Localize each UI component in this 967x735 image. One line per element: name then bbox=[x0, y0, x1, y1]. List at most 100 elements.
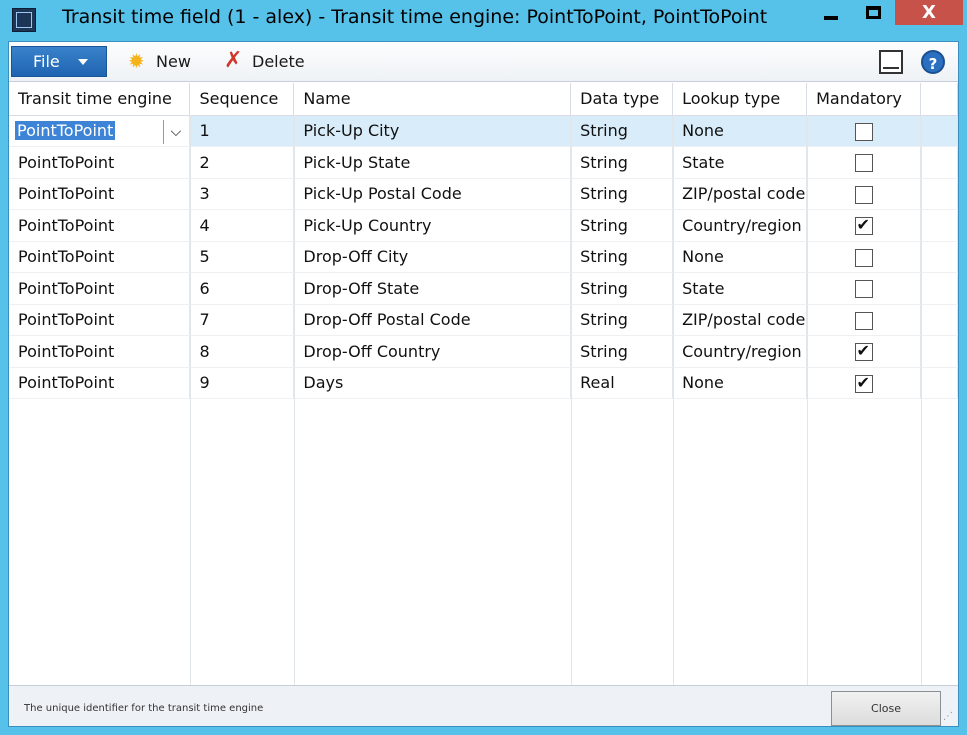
column-header-filler bbox=[920, 83, 958, 116]
minimize-button[interactable] bbox=[811, 0, 851, 25]
layout-icon[interactable] bbox=[879, 50, 903, 74]
status-bar: The unique identifier for the transit ti… bbox=[9, 685, 958, 726]
cell-data-type[interactable]: Real bbox=[570, 367, 674, 399]
table-row[interactable]: PointToPoint 2 Pick-Up State String State bbox=[9, 146, 958, 179]
cell-engine[interactable]: PointToPoint bbox=[9, 272, 191, 305]
cell-name[interactable]: Pick-Up State bbox=[293, 146, 572, 179]
table-row[interactable]: PointToPoint 8 Drop-Off Country String Count… bbox=[9, 335, 958, 368]
cell-data-type[interactable]: String bbox=[570, 178, 674, 210]
cell-data-type[interactable]: String bbox=[570, 241, 674, 273]
column-header-mandatory[interactable]: Mandatory bbox=[806, 83, 922, 116]
close-window-button[interactable]: X bbox=[895, 0, 963, 25]
cell-engine[interactable]: PointToPoint bbox=[9, 335, 191, 368]
maximize-icon bbox=[865, 6, 881, 19]
table-row[interactable]: PointToPoint 5 Drop-Off City String None bbox=[9, 241, 958, 273]
column-header-sequence[interactable]: Sequence bbox=[189, 83, 295, 116]
column-header-lookup-type[interactable]: Lookup type bbox=[672, 83, 808, 116]
cell-name[interactable]: Drop-Off State bbox=[293, 272, 572, 305]
cell-data-type[interactable]: String bbox=[570, 146, 674, 179]
mandatory-checkbox[interactable] bbox=[854, 248, 873, 267]
mandatory-checkbox[interactable] bbox=[854, 185, 873, 204]
cell-name[interactable]: Days bbox=[293, 367, 572, 399]
mandatory-checkbox[interactable] bbox=[854, 280, 873, 298]
close-button[interactable]: Close bbox=[831, 691, 941, 726]
window-title: Transit time field (1 - alex) - Transit … bbox=[62, 6, 768, 28]
cell-name[interactable]: Pick-Up Country bbox=[293, 209, 572, 242]
cell-engine[interactable]: PointToPoint bbox=[9, 178, 191, 210]
cell-filler bbox=[920, 115, 958, 147]
cell-lookup-type[interactable]: None bbox=[672, 241, 808, 273]
file-menu-button[interactable]: File bbox=[11, 46, 107, 77]
help-icon[interactable]: ? bbox=[921, 50, 945, 74]
cell-name[interactable]: Pick-Up City bbox=[293, 115, 572, 147]
cell-sequence[interactable]: 2 bbox=[189, 146, 295, 179]
cell-engine[interactable]: PointToPoint bbox=[9, 367, 191, 399]
cell-name[interactable]: Pick-Up Postal Code bbox=[293, 178, 572, 210]
cell-lookup-type[interactable]: State bbox=[672, 272, 808, 305]
help-text: The unique identifier for the transit ti… bbox=[24, 703, 264, 714]
table-row[interactable]: PointToPoint 6 Drop-Off State String State bbox=[9, 272, 958, 305]
cell-engine[interactable]: PointToPoint ⌵ bbox=[9, 115, 191, 147]
cell-mandatory bbox=[806, 146, 922, 179]
table-row[interactable]: PointToPoint 3 Pick-Up Postal Code String ZI… bbox=[9, 178, 958, 210]
column-header-engine[interactable]: Transit time engine bbox=[9, 83, 191, 116]
cell-lookup-type[interactable]: Country/region bbox=[672, 335, 808, 368]
cell-sequence[interactable]: 6 bbox=[189, 272, 295, 305]
cell-mandatory bbox=[806, 241, 922, 273]
mandatory-checkbox[interactable] bbox=[854, 215, 873, 235]
cell-name[interactable]: Drop-Off City bbox=[293, 241, 572, 273]
cell-lookup-type[interactable]: State bbox=[672, 146, 808, 179]
column-divider bbox=[190, 115, 191, 685]
cell-sequence[interactable]: 3 bbox=[189, 178, 295, 210]
cell-name[interactable]: Drop-Off Country bbox=[293, 335, 572, 368]
chevron-down-icon bbox=[77, 58, 88, 65]
cell-lookup-type[interactable]: None bbox=[672, 367, 808, 399]
cell-lookup-type[interactable]: Country/region bbox=[672, 209, 808, 242]
cell-engine[interactable]: PointToPoint bbox=[9, 146, 191, 179]
mandatory-checkbox[interactable] bbox=[854, 373, 873, 393]
cell-mandatory bbox=[806, 115, 922, 147]
engine-edit-input[interactable]: PointToPoint bbox=[15, 121, 116, 141]
delete-button[interactable]: ✗ Delete bbox=[224, 48, 305, 74]
cell-sequence[interactable]: 8 bbox=[189, 335, 295, 368]
minimize-icon bbox=[824, 15, 838, 20]
cell-lookup-type[interactable]: ZIP/postal code bbox=[672, 304, 808, 336]
column-header-data-type[interactable]: Data type bbox=[570, 83, 674, 116]
mandatory-checkbox[interactable] bbox=[854, 154, 873, 172]
cell-data-type[interactable]: String bbox=[570, 304, 674, 336]
cell-engine[interactable]: PointToPoint bbox=[9, 209, 191, 242]
column-divider bbox=[807, 115, 808, 685]
column-header-name[interactable]: Name bbox=[293, 83, 572, 116]
cell-engine[interactable]: PointToPoint bbox=[9, 241, 191, 273]
new-icon: ✹ bbox=[128, 49, 145, 73]
maximize-button[interactable] bbox=[853, 0, 893, 25]
mandatory-checkbox[interactable] bbox=[854, 122, 873, 141]
column-divider bbox=[571, 115, 572, 685]
cell-data-type[interactable]: String bbox=[570, 272, 674, 305]
mandatory-checkbox[interactable] bbox=[854, 311, 873, 330]
cell-lookup-type[interactable]: None bbox=[672, 115, 808, 147]
cell-mandatory bbox=[806, 367, 922, 399]
cell-sequence[interactable]: 7 bbox=[189, 304, 295, 336]
resize-grip-icon[interactable]: ⋰ bbox=[943, 711, 955, 723]
cell-data-type[interactable]: String bbox=[570, 335, 674, 368]
cell-sequence[interactable]: 4 bbox=[189, 209, 295, 242]
cell-engine[interactable]: PointToPoint bbox=[9, 304, 191, 336]
table-row[interactable]: PointToPoint 7 Drop-Off Postal Code String Z… bbox=[9, 304, 958, 336]
cell-sequence[interactable]: 1 bbox=[189, 115, 295, 147]
new-button[interactable]: ✹ New bbox=[128, 48, 191, 74]
chevron-down-icon[interactable]: ⌵ bbox=[163, 119, 188, 144]
cell-data-type[interactable]: String bbox=[570, 209, 674, 242]
cell-name[interactable]: Drop-Off Postal Code bbox=[293, 304, 572, 336]
cell-data-type[interactable]: String bbox=[570, 115, 674, 147]
cell-filler bbox=[920, 335, 958, 368]
table-row[interactable]: PointToPoint ⌵ 1 Pick-Up City String None bbox=[9, 115, 958, 147]
cell-mandatory bbox=[806, 335, 922, 368]
cell-lookup-type[interactable]: ZIP/postal code bbox=[672, 178, 808, 210]
cell-sequence[interactable]: 9 bbox=[189, 367, 295, 399]
mandatory-checkbox[interactable] bbox=[854, 341, 873, 361]
cell-sequence[interactable]: 5 bbox=[189, 241, 295, 273]
app-icon[interactable] bbox=[12, 8, 36, 32]
table-row[interactable]: PointToPoint 9 Days Real None bbox=[9, 367, 958, 399]
table-row[interactable]: PointToPoint 4 Pick-Up Country String Countr… bbox=[9, 209, 958, 242]
